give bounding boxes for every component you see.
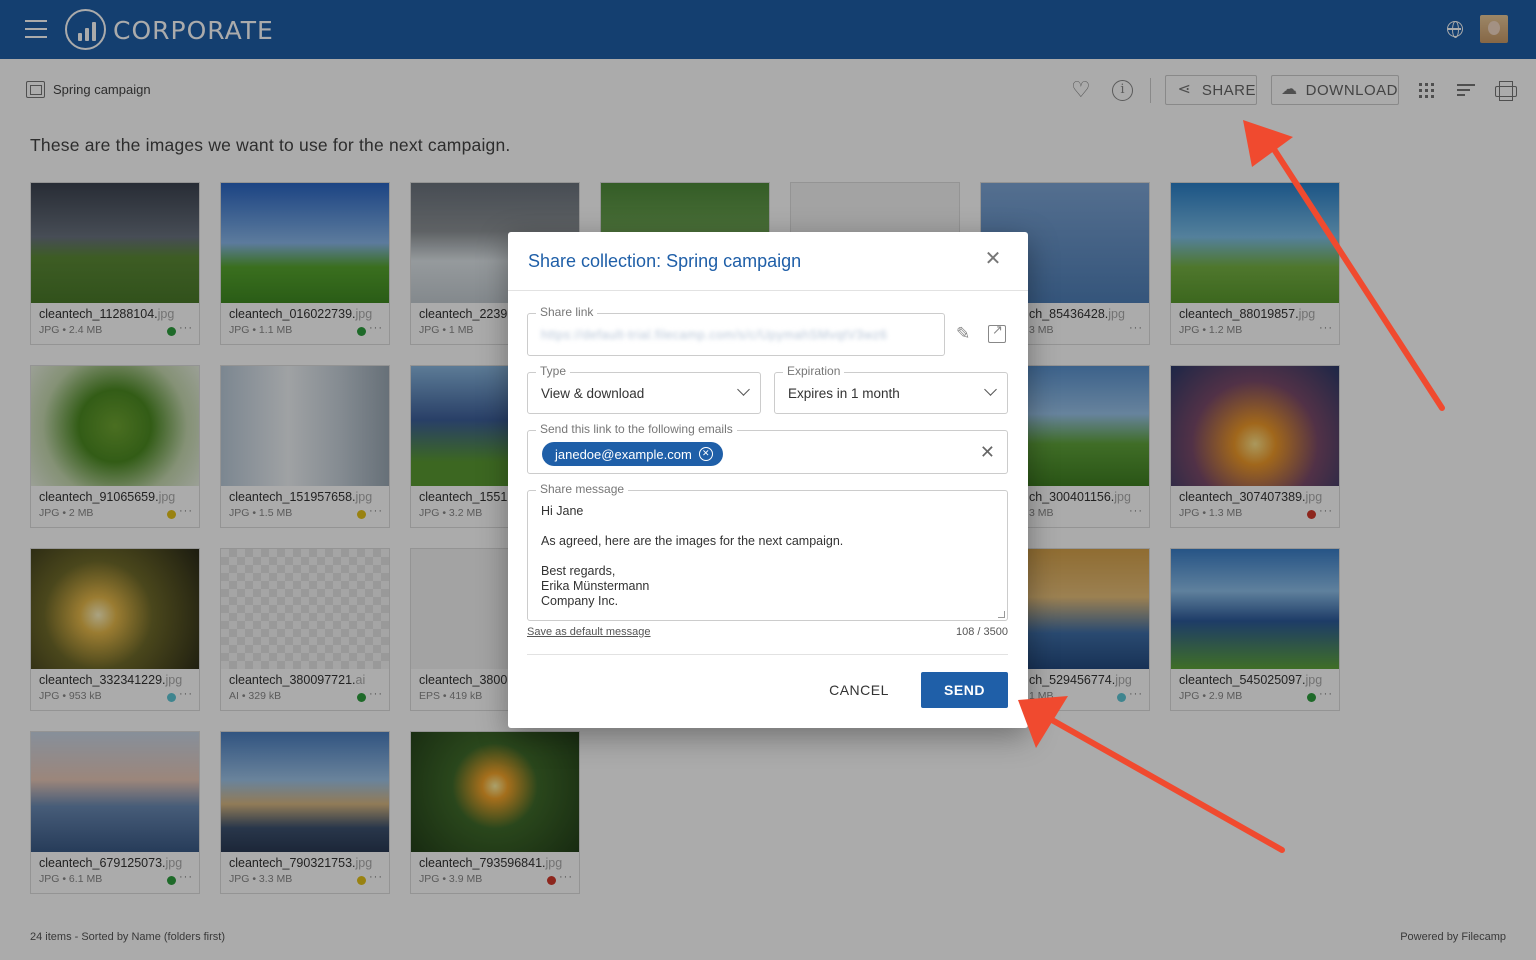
expiration-value: Expires in 1 month bbox=[788, 386, 900, 401]
emails-label: Send this link to the following emails bbox=[536, 422, 737, 436]
resize-handle[interactable] bbox=[998, 611, 1005, 618]
share-link-value[interactable]: https://default-trial.filecamp.com/s/c/U… bbox=[541, 328, 887, 342]
expiration-label: Expiration bbox=[783, 364, 845, 378]
share-message-field[interactable]: Share message Hi Jane As agreed, here ar… bbox=[527, 482, 1008, 621]
dialog-title: Share collection: Spring campaign bbox=[528, 251, 802, 271]
share-message-label: Share message bbox=[536, 482, 629, 496]
cancel-button[interactable]: CANCEL bbox=[816, 672, 902, 708]
close-icon[interactable]: ✕ bbox=[984, 249, 1002, 269]
chevron-down-icon bbox=[737, 383, 750, 396]
dialog-divider bbox=[508, 290, 1028, 291]
email-chip[interactable]: janedoe@example.com ✕ bbox=[542, 442, 723, 466]
type-value: View & download bbox=[541, 386, 645, 401]
email-chip-text: janedoe@example.com bbox=[555, 446, 692, 462]
clear-icon[interactable]: ✕ bbox=[980, 443, 995, 461]
expiration-select[interactable]: Expiration Expires in 1 month bbox=[774, 364, 1008, 414]
send-button[interactable]: SEND bbox=[921, 672, 1008, 708]
pencil-icon[interactable]: ✎ bbox=[956, 325, 974, 343]
emails-field[interactable]: Send this link to the following emails j… bbox=[527, 422, 1008, 474]
share-link-label: Share link bbox=[536, 305, 598, 319]
type-label: Type bbox=[536, 364, 571, 378]
type-select[interactable]: Type View & download bbox=[527, 364, 761, 414]
chevron-down-icon bbox=[984, 383, 997, 396]
share-message-text[interactable]: Hi Jane As agreed, here are the images f… bbox=[541, 504, 843, 609]
open-external-icon[interactable] bbox=[988, 322, 1006, 343]
save-default-link[interactable]: Save as default message bbox=[527, 626, 651, 638]
char-count: 108 / 3500 bbox=[956, 626, 1008, 638]
dialog-divider bbox=[527, 654, 1008, 655]
remove-chip-icon[interactable]: ✕ bbox=[698, 447, 713, 461]
share-dialog: Share collection: Spring campaign ✕ Shar… bbox=[508, 232, 1028, 728]
share-link-field[interactable]: Share link https://default-trial.filecam… bbox=[527, 305, 945, 356]
